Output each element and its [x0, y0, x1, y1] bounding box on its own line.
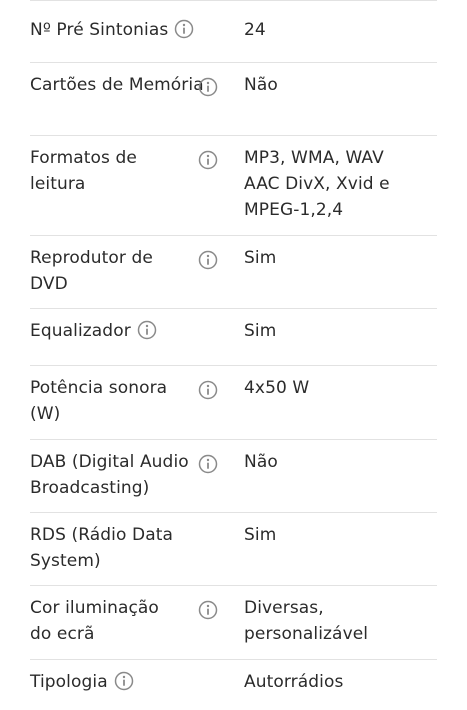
spec-label-cell: Formatos de leitura [30, 145, 218, 197]
specs-table: Nº Pré Sintonias 24 Cartões de Memória N… [30, 8, 437, 710]
spec-value: 4x50 W [244, 378, 310, 398]
spec-label: RDS (Rádio Data System) [30, 525, 173, 571]
spec-row: DAB (Digital Audio Broadcasting) Não [30, 440, 437, 513]
spec-label-cell: DAB (Digital Audio Broadcasting) [30, 449, 218, 501]
spec-value: Diversas, personalizável [244, 598, 369, 644]
spec-value: Autorrádios [244, 672, 344, 692]
info-icon[interactable] [198, 454, 218, 474]
spec-row: Nº Pré Sintonias 24 [30, 8, 437, 63]
info-icon[interactable] [198, 150, 218, 170]
spec-label: Cartões de Memória [30, 75, 204, 95]
spec-label: Formatos de leitura [30, 148, 137, 194]
spec-row: Equalizador Sim [30, 309, 437, 366]
spec-label: Tipologia [30, 672, 108, 692]
info-icon[interactable] [137, 320, 157, 340]
spec-label-cell: Cor iluminação do ecrã [30, 595, 218, 647]
spec-row: Potência sonora (W) 4x50 W [30, 366, 437, 440]
top-divider [30, 0, 437, 1]
spec-value: 24 [244, 20, 266, 40]
spec-value: MP3, WMA, WAV AAC DivX, Xvid e MPEG-1,2,… [244, 148, 390, 220]
spec-label-cell: Potência sonora (W) [30, 375, 218, 427]
spec-label-cell: Equalizador [30, 318, 230, 344]
info-icon[interactable] [198, 77, 218, 97]
spec-value: Sim [244, 525, 277, 545]
spec-label: Equalizador [30, 321, 131, 341]
spec-value: Sim [244, 321, 277, 341]
spec-label: Reprodutor de DVD [30, 248, 153, 294]
info-icon[interactable] [114, 671, 134, 691]
info-icon[interactable] [174, 19, 194, 39]
spec-label-cell: RDS (Rádio Data System) [30, 522, 180, 574]
spec-label-cell: Reprodutor de DVD [30, 245, 218, 297]
spec-label-cell: Nº Pré Sintonias [30, 17, 230, 43]
info-icon[interactable] [198, 600, 218, 620]
spec-row: Formatos de leitura MP3, WMA, WAV AAC Di… [30, 136, 437, 236]
spec-label-cell: Cartões de Memória [30, 72, 230, 98]
spec-label-cell: Tipologia [30, 669, 230, 695]
info-icon[interactable] [198, 380, 218, 400]
spec-value: Não [244, 452, 278, 472]
spec-row: Cartões de Memória Não [30, 63, 437, 136]
spec-label: Potência sonora (W) [30, 378, 168, 424]
spec-value: Sim [244, 248, 277, 268]
info-icon[interactable] [198, 250, 218, 270]
spec-value: Não [244, 75, 278, 95]
spec-label: Nº Pré Sintonias [30, 20, 169, 40]
spec-label: DAB (Digital Audio Broadcasting) [30, 452, 189, 498]
spec-row: Tipologia Autorrádios [30, 660, 437, 710]
spec-row: RDS (Rádio Data System) Sim [30, 513, 437, 586]
spec-row: Cor iluminação do ecrã Diversas, persona… [30, 586, 437, 660]
spec-label: Cor iluminação do ecrã [30, 598, 159, 644]
spec-row: Reprodutor de DVD Sim [30, 236, 437, 309]
